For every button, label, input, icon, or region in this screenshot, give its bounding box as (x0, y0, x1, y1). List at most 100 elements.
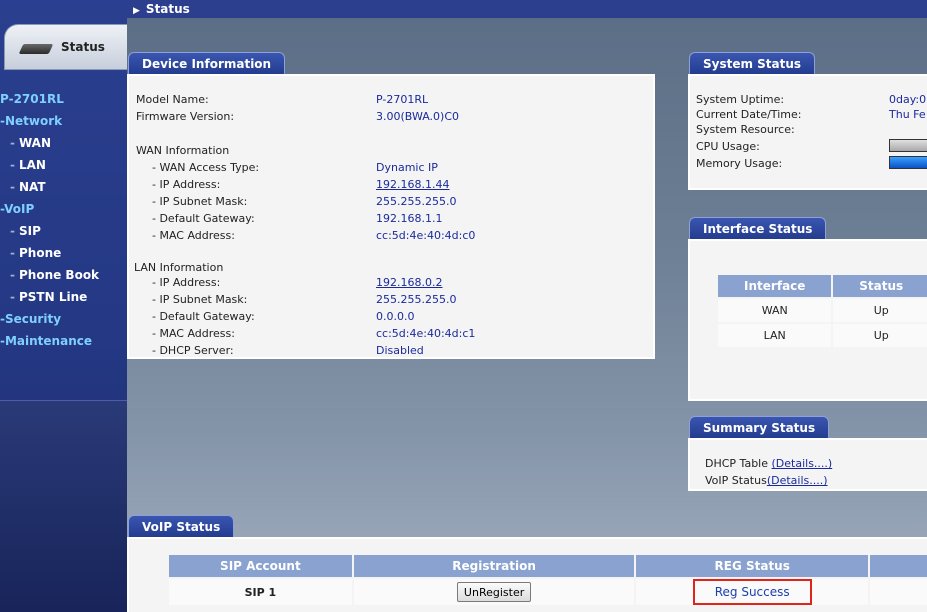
sidebar-item-label: SIP (18, 224, 41, 238)
sidebar: Status P-2701RL -Network - WAN - LAN - NAT … (0, 0, 127, 612)
extra-header (869, 555, 927, 577)
voip-table: SIP Account Registration REG Status SIP … (167, 553, 927, 607)
sidebar-item-label: Network (4, 114, 63, 128)
system-status-tab: System Status (689, 52, 816, 74)
voip-status-details-link[interactable]: (Details....) (767, 474, 828, 487)
summary-status-panel: DHCP Table (Details....) VoIP Status(Det… (688, 438, 927, 491)
sip-account-header: SIP Account (169, 555, 352, 577)
sidebar-item-voip[interactable]: -VoIP (0, 198, 127, 220)
lan-mask-value: 255.255.255.0 (376, 293, 457, 306)
wan-info-heading: WAN Information (136, 144, 230, 157)
reg-status-cell: Reg Success (636, 579, 868, 605)
voip-status-panel: SIP Account Registration REG Status SIP … (127, 537, 927, 612)
sidebar-item-label: VoIP (4, 202, 35, 216)
sidebar-item-phone[interactable]: - Phone (0, 242, 127, 264)
sidebar-item-pstn-line[interactable]: - PSTN Line (0, 286, 127, 308)
system-status-panel: System Uptime: 0day:0 Current Date/Time:… (688, 74, 927, 190)
interface-status-panel: Interface Status WAN Up LAN Up (688, 239, 927, 401)
lan-mac-value: cc:5d:4e:40:4d:c1 (376, 327, 476, 340)
reg-status-value: Reg Success (692, 579, 812, 605)
model-name-value: P-2701RL (376, 93, 429, 106)
interface-table: Interface Status WAN Up LAN Up (716, 273, 927, 349)
status-tab[interactable]: Status (4, 24, 127, 70)
table-row: WAN Up (718, 299, 927, 322)
uptime-label: System Uptime: (696, 93, 785, 106)
table-row: SIP 1 UnRegister Reg Success (169, 579, 927, 605)
wan-mac-value: cc:5d:4e:40:4d:c0 (376, 229, 476, 242)
dhcp-server-label: - DHCP Server: (152, 344, 234, 357)
reg-status-header: REG Status (636, 555, 868, 577)
sidebar-item-device[interactable]: P-2701RL (0, 88, 127, 110)
lan-gateway-label: - Default Gateway: (152, 310, 255, 323)
status-tab-label: Status (61, 40, 105, 54)
sidebar-item-maintenance[interactable]: -Maintenance (0, 330, 127, 352)
device-info-panel: Model Name: P-2701RL Firmware Version: 3… (127, 74, 655, 359)
model-name-label: Model Name: (136, 93, 209, 106)
extra-cell (869, 579, 927, 605)
firmware-label: Firmware Version: (136, 110, 235, 123)
dhcp-table-label: DHCP Table (705, 457, 772, 470)
lan-ip-link[interactable]: 192.168.0.2 (376, 276, 442, 289)
system-resource-label: System Resource: (696, 123, 795, 136)
router-icon (19, 38, 53, 56)
uptime-value: 0day:0 (889, 93, 927, 106)
summary-status-tab: Summary Status (689, 416, 830, 438)
sidebar-item-label: Security (4, 312, 62, 326)
registration-header: Registration (353, 555, 635, 577)
datetime-value: Thu Fe (889, 108, 926, 121)
wan-access-label: - WAN Access Type: (152, 161, 260, 174)
interface-header: Interface (718, 275, 832, 297)
sidebar-nav: P-2701RL -Network - WAN - LAN - NAT -VoIP -… (0, 88, 127, 352)
sidebar-item-label: WAN (18, 136, 52, 150)
lan-mask-label: - IP Subnet Mask: (152, 293, 248, 306)
sidebar-item-security[interactable]: -Security (0, 308, 127, 330)
registration-cell: UnRegister (353, 579, 635, 605)
sidebar-item-label: LAN (18, 158, 46, 172)
voip-status-label: VoIP Status (705, 474, 767, 487)
sidebar-item-label: Phone Book (18, 268, 100, 282)
interface-status-tab: Interface Status (689, 217, 827, 239)
top-bar: ▶ Status (127, 0, 927, 18)
wan-mask-value: 255.255.255.0 (376, 195, 457, 208)
lan-ip-label: - IP Address: (152, 276, 221, 289)
wan-access-value: Dynamic IP (376, 161, 438, 174)
sidebar-item-nat[interactable]: - NAT (0, 176, 127, 198)
sidebar-item-label: Maintenance (4, 334, 92, 348)
voip-status-tab: VoIP Status (128, 515, 235, 537)
sidebar-bottom-shade (0, 400, 127, 612)
sidebar-item-label: Phone (18, 246, 62, 260)
firmware-value: 3.00(BWA.0)C0 (376, 110, 460, 123)
sidebar-item-network[interactable]: -Network (0, 110, 127, 132)
wan-gateway-label: - Default Gateway: (152, 212, 255, 225)
sidebar-item-wan[interactable]: - WAN (0, 132, 127, 154)
datetime-label: Current Date/Time: (696, 108, 802, 121)
cpu-usage-label: CPU Usage: (696, 140, 760, 153)
sidebar-item-phone-book[interactable]: - Phone Book (0, 264, 127, 286)
unregister-button[interactable]: UnRegister (456, 582, 532, 602)
memory-usage-label: Memory Usage: (696, 157, 783, 170)
sidebar-item-label: PSTN Line (18, 290, 88, 304)
wan-mac-label: - MAC Address: (152, 229, 235, 242)
page-title: Status (145, 2, 190, 16)
sidebar-item-label: P-2701RL (0, 92, 64, 106)
interface-status: Up (833, 299, 927, 322)
wan-ip-link[interactable]: 192.168.1.44 (376, 178, 449, 191)
interface-status: Up (833, 324, 927, 347)
wan-gateway-value: 192.168.1.1 (376, 212, 443, 225)
lan-mac-label: - MAC Address: (152, 327, 235, 340)
arrow-icon: ▶ (133, 6, 140, 16)
dhcp-table-details-link[interactable]: (Details....) (772, 457, 833, 470)
interface-name: WAN (718, 299, 832, 322)
wan-ip-label: - IP Address: (152, 178, 221, 191)
sidebar-item-lan[interactable]: - LAN (0, 154, 127, 176)
device-info-tab: Device Information (128, 52, 286, 74)
cpu-usage-bar (889, 139, 927, 152)
sidebar-item-sip[interactable]: - SIP (0, 220, 127, 242)
status-header: Status (833, 275, 927, 297)
interface-name: LAN (718, 324, 832, 347)
lan-gateway-value: 0.0.0.0 (376, 310, 415, 323)
table-row: LAN Up (718, 324, 927, 347)
dhcp-server-value: Disabled (376, 344, 424, 357)
lan-info-heading: LAN Information (134, 261, 224, 274)
sidebar-item-label: NAT (18, 180, 46, 194)
